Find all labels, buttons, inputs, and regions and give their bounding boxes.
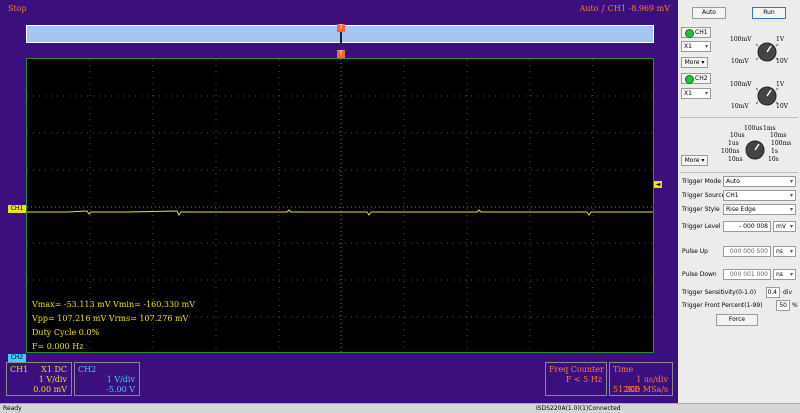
trigger-style-label: Trigger Style xyxy=(682,206,720,213)
measure-frequency: F= 0.000 Hz xyxy=(32,342,84,351)
trigger-front-percent-unit: % xyxy=(792,302,798,309)
ch1-toggle-button[interactable]: CH1 xyxy=(681,27,711,38)
ch1-info-box[interactable]: CH1 X1 DC 1 V/div 0.00 mV xyxy=(6,362,72,396)
pulse-down-unit-select[interactable]: ns ▾ xyxy=(773,269,796,280)
measure-duty-cycle: Duty Cycle 0.0% xyxy=(32,328,100,337)
chevron-down-icon: ▾ xyxy=(789,178,793,185)
panel-divider xyxy=(680,117,798,118)
pulse-down-input[interactable]: 000 001 000 xyxy=(723,269,771,280)
scope-display: Stop Auto ∫ CH1 -8.969 mV T T CH1 CH2 ◄ … xyxy=(0,0,678,403)
chevron-down-icon: ▾ xyxy=(789,248,793,255)
pulse-up-input[interactable]: 000 000 500 xyxy=(723,246,771,257)
panel-divider xyxy=(680,172,798,173)
ch1-level-tag[interactable]: CH1 xyxy=(8,205,26,213)
force-button[interactable]: Force xyxy=(716,314,758,326)
trigger-level-tag[interactable]: ◄ xyxy=(654,181,662,188)
trigger-sensitivity-unit: div xyxy=(783,289,793,296)
trigger-source-select[interactable]: CH1 ▾ xyxy=(723,190,796,201)
trigger-sensitivity-label: Trigger Sensitivity(0-1.0) xyxy=(682,289,757,296)
freq-counter-box: Freq Counter F < 5 Hz xyxy=(545,362,607,396)
pulse-up-label: Pulse Up xyxy=(682,248,708,255)
trigger-front-percent-label: Trigger Front Percent(1-99) xyxy=(682,302,763,309)
measure-vpp-vrms: Vpp= 107.216 mV Vrms= 107.276 mV xyxy=(32,314,189,323)
ch2-probe-select[interactable]: X1 ▾ xyxy=(681,88,711,99)
trigger-level-unit-select[interactable]: mV ▾ xyxy=(773,221,796,232)
timebase-more-button[interactable]: More ▾ xyxy=(681,155,708,166)
rising-edge-icon: ∫ xyxy=(601,4,606,13)
control-panel: Auto Run CH1 X1 ▾ More ▾ 100mV 1V 10mV 10… xyxy=(678,0,800,403)
ch2-led-icon xyxy=(685,75,694,84)
run-button[interactable]: Run xyxy=(752,7,786,19)
auto-button[interactable]: Auto xyxy=(692,7,726,19)
pulse-down-label: Pulse Down xyxy=(682,271,717,278)
triangle-down-icon: ▾ xyxy=(701,59,705,66)
overview-trigger-marker: T xyxy=(337,24,345,32)
chevron-down-icon: ▾ xyxy=(789,223,793,230)
chevron-down-icon: ▾ xyxy=(704,43,708,50)
timebase-knob[interactable] xyxy=(740,136,770,164)
ch1-more-button[interactable]: More ▾ xyxy=(681,57,708,68)
trigger-mode-label: Trigger Mode xyxy=(682,178,721,185)
trigger-status: Auto ∫ CH1 -8.969 mV xyxy=(579,4,670,13)
chevron-down-icon: ▾ xyxy=(789,192,793,199)
trigger-source-label: Trigger Source xyxy=(682,192,726,199)
ch1-trace xyxy=(27,209,653,216)
acquisition-state: Stop xyxy=(8,4,27,13)
ch2-toggle-button[interactable]: CH2 xyxy=(681,73,711,84)
trigger-position-marker[interactable]: T xyxy=(337,50,345,58)
trigger-level-label: Trigger Level xyxy=(682,223,721,230)
trigger-front-percent-input[interactable]: 50 xyxy=(776,300,790,311)
trigger-level-input[interactable]: - 000 008 xyxy=(723,221,771,232)
ch1-led-icon xyxy=(685,29,694,38)
triangle-down-icon: ▾ xyxy=(701,157,705,164)
chevron-down-icon: ▾ xyxy=(789,271,793,278)
chevron-down-icon: ▾ xyxy=(789,206,793,213)
ch2-level-tag[interactable]: CH2 xyxy=(8,354,26,362)
trigger-style-select[interactable]: Rise Edge ▾ xyxy=(723,204,796,215)
pulse-up-unit-select[interactable]: ns ▾ xyxy=(773,246,796,257)
trigger-sensitivity-input[interactable]: 0.4 xyxy=(766,287,780,298)
chevron-down-icon: ▾ xyxy=(704,90,708,97)
time-info-box[interactable]: Time 1 us/div 512KB 200 MSa/s xyxy=(609,362,673,396)
ch1-probe-select[interactable]: X1 ▾ xyxy=(681,41,711,52)
trigger-mode-select[interactable]: Auto ▾ xyxy=(723,176,796,187)
measure-vmax-vmin: Vmax= -53.113 mV Vmin= -160.330 mV xyxy=(32,300,196,309)
ch2-info-box[interactable]: CH2 1 V/div -5.00 V xyxy=(74,362,140,396)
